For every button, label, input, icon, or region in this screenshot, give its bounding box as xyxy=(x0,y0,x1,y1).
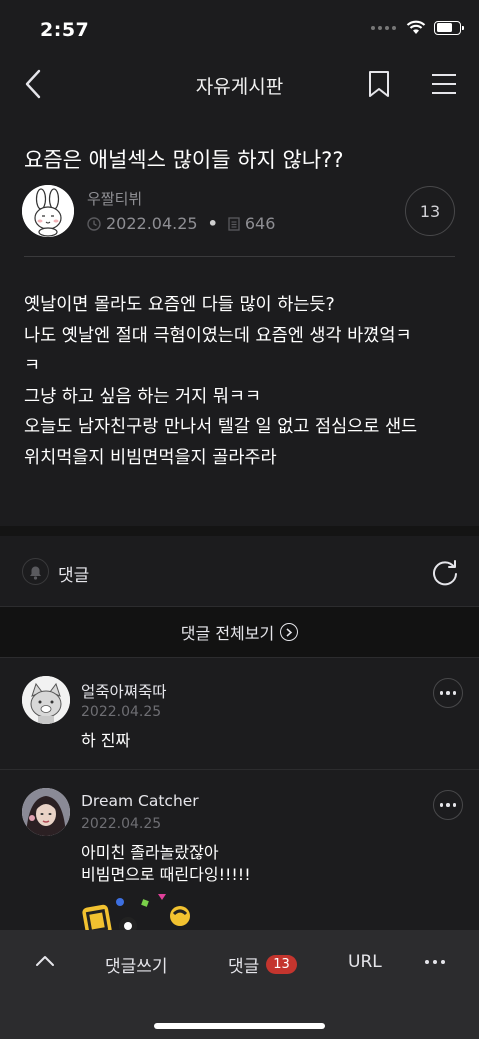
comments-button-label: 댓글 xyxy=(228,957,260,977)
meta-separator: • xyxy=(207,214,218,233)
comment-count-button[interactable]: 13 xyxy=(405,186,455,236)
comment-line: 비빔면으로 때린다잉!!!!! xyxy=(81,865,251,884)
post-body-line: 옛날이면 몰라도 요즘엔 다들 많이 하는듯? xyxy=(24,295,335,315)
post-body-line: 위치먹을지 비빔면먹을지 골라주라 xyxy=(24,447,277,468)
section-divider xyxy=(0,526,479,536)
commenter-name[interactable]: 얼죽아쪄죽따 xyxy=(81,680,167,702)
home-indicator xyxy=(154,1023,325,1029)
status-bar: 2:57 xyxy=(0,0,479,58)
sticker-image xyxy=(82,894,190,930)
wifi-icon xyxy=(406,20,426,34)
page-title: 자유게시판 xyxy=(195,76,284,98)
status-indicators xyxy=(371,20,464,35)
comment-more-button[interactable] xyxy=(433,790,463,820)
view-all-label: 댓글 전체보기 xyxy=(180,624,275,643)
post-body-line: 오늘도 남자친구랑 만나서 텔갈 일 없고 점심으로 샌드 xyxy=(24,417,418,437)
post-date: 2022.04.25 xyxy=(106,214,198,233)
bunny-icon xyxy=(22,185,74,237)
comment-date: 2022.04.25 xyxy=(81,704,162,720)
refresh-icon[interactable] xyxy=(431,558,459,586)
notification-toggle[interactable] xyxy=(22,558,49,585)
bottom-toolbar: 댓글쓰기 댓글 13 URL xyxy=(0,930,479,1039)
chevron-right-icon xyxy=(280,623,299,641)
view-all-comments-button[interactable]: 댓글 전체보기 xyxy=(0,606,479,658)
comments-header: 댓글 xyxy=(0,536,479,606)
bookmark-icon[interactable] xyxy=(367,70,391,98)
scroll-top-icon[interactable] xyxy=(34,952,56,970)
post-body: 옛날이면 몰라도 요즘엔 다들 많이 하는듯? 나도 옛날엔 절대 극혐이였는데… xyxy=(24,290,460,473)
comment-count-badge: 13 xyxy=(266,955,297,974)
post-body-line: 그냥 하고 싶음 하는 거지 뭐ㅋㅋ xyxy=(24,386,262,407)
comment-line: 하 진짜 xyxy=(81,731,131,750)
post-body-line: ㅋ xyxy=(24,356,41,376)
commenter-name[interactable]: Dream Catcher xyxy=(81,792,199,810)
author-name[interactable]: 우짤티뷔 xyxy=(87,188,142,209)
menu-icon[interactable] xyxy=(431,72,457,96)
more-options-button[interactable] xyxy=(425,960,445,964)
divider xyxy=(24,256,455,257)
post: 요즘은 애널섹스 많이들 하지 않나?? 우짤티뷔 2022.04.25 • 6… xyxy=(0,110,479,526)
comment-more-button[interactable] xyxy=(433,678,463,708)
copy-url-button[interactable]: URL xyxy=(348,952,382,972)
cat-icon xyxy=(22,676,70,724)
comment-line: 아미친 졸라놀랐잖아 xyxy=(81,843,219,862)
comment-item: Dream Catcher 2022.04.25 아미친 졸라놀랐잖아 비빔면으… xyxy=(0,770,479,930)
commenter-avatar[interactable] xyxy=(22,788,70,836)
profile-photo-icon xyxy=(22,788,70,836)
comments-label: 댓글 xyxy=(58,566,90,586)
commenter-avatar[interactable] xyxy=(22,676,70,724)
post-views: 646 xyxy=(244,214,276,233)
comment-item: 얼죽아쪄죽따 2022.04.25 하 진짜 xyxy=(0,658,479,770)
author-avatar[interactable] xyxy=(22,185,74,237)
write-comment-button[interactable]: 댓글쓰기 xyxy=(105,952,168,977)
comment-date: 2022.04.25 xyxy=(81,816,162,832)
comment-text: 하 진짜 xyxy=(81,730,130,752)
top-nav-bar: 자유게시판 xyxy=(0,58,479,110)
battery-icon xyxy=(434,20,464,35)
views-icon xyxy=(228,216,240,231)
bell-icon xyxy=(30,566,41,580)
status-time: 2:57 xyxy=(40,19,90,41)
signal-icon xyxy=(371,25,396,30)
post-body-line: 나도 옛날엔 절대 극혐이였는데 요즘엔 생각 바꼈엌ㅋ xyxy=(24,325,412,346)
post-meta: 2022.04.25 • 646 xyxy=(87,214,275,233)
comment-text: 아미친 졸라놀랐잖아 비빔면으로 때린다잉!!!!! xyxy=(81,842,251,886)
post-title: 요즘은 애널섹스 많이들 하지 않나?? xyxy=(24,148,344,172)
comments-button[interactable]: 댓글 13 xyxy=(228,952,297,977)
clock-icon xyxy=(87,216,101,231)
